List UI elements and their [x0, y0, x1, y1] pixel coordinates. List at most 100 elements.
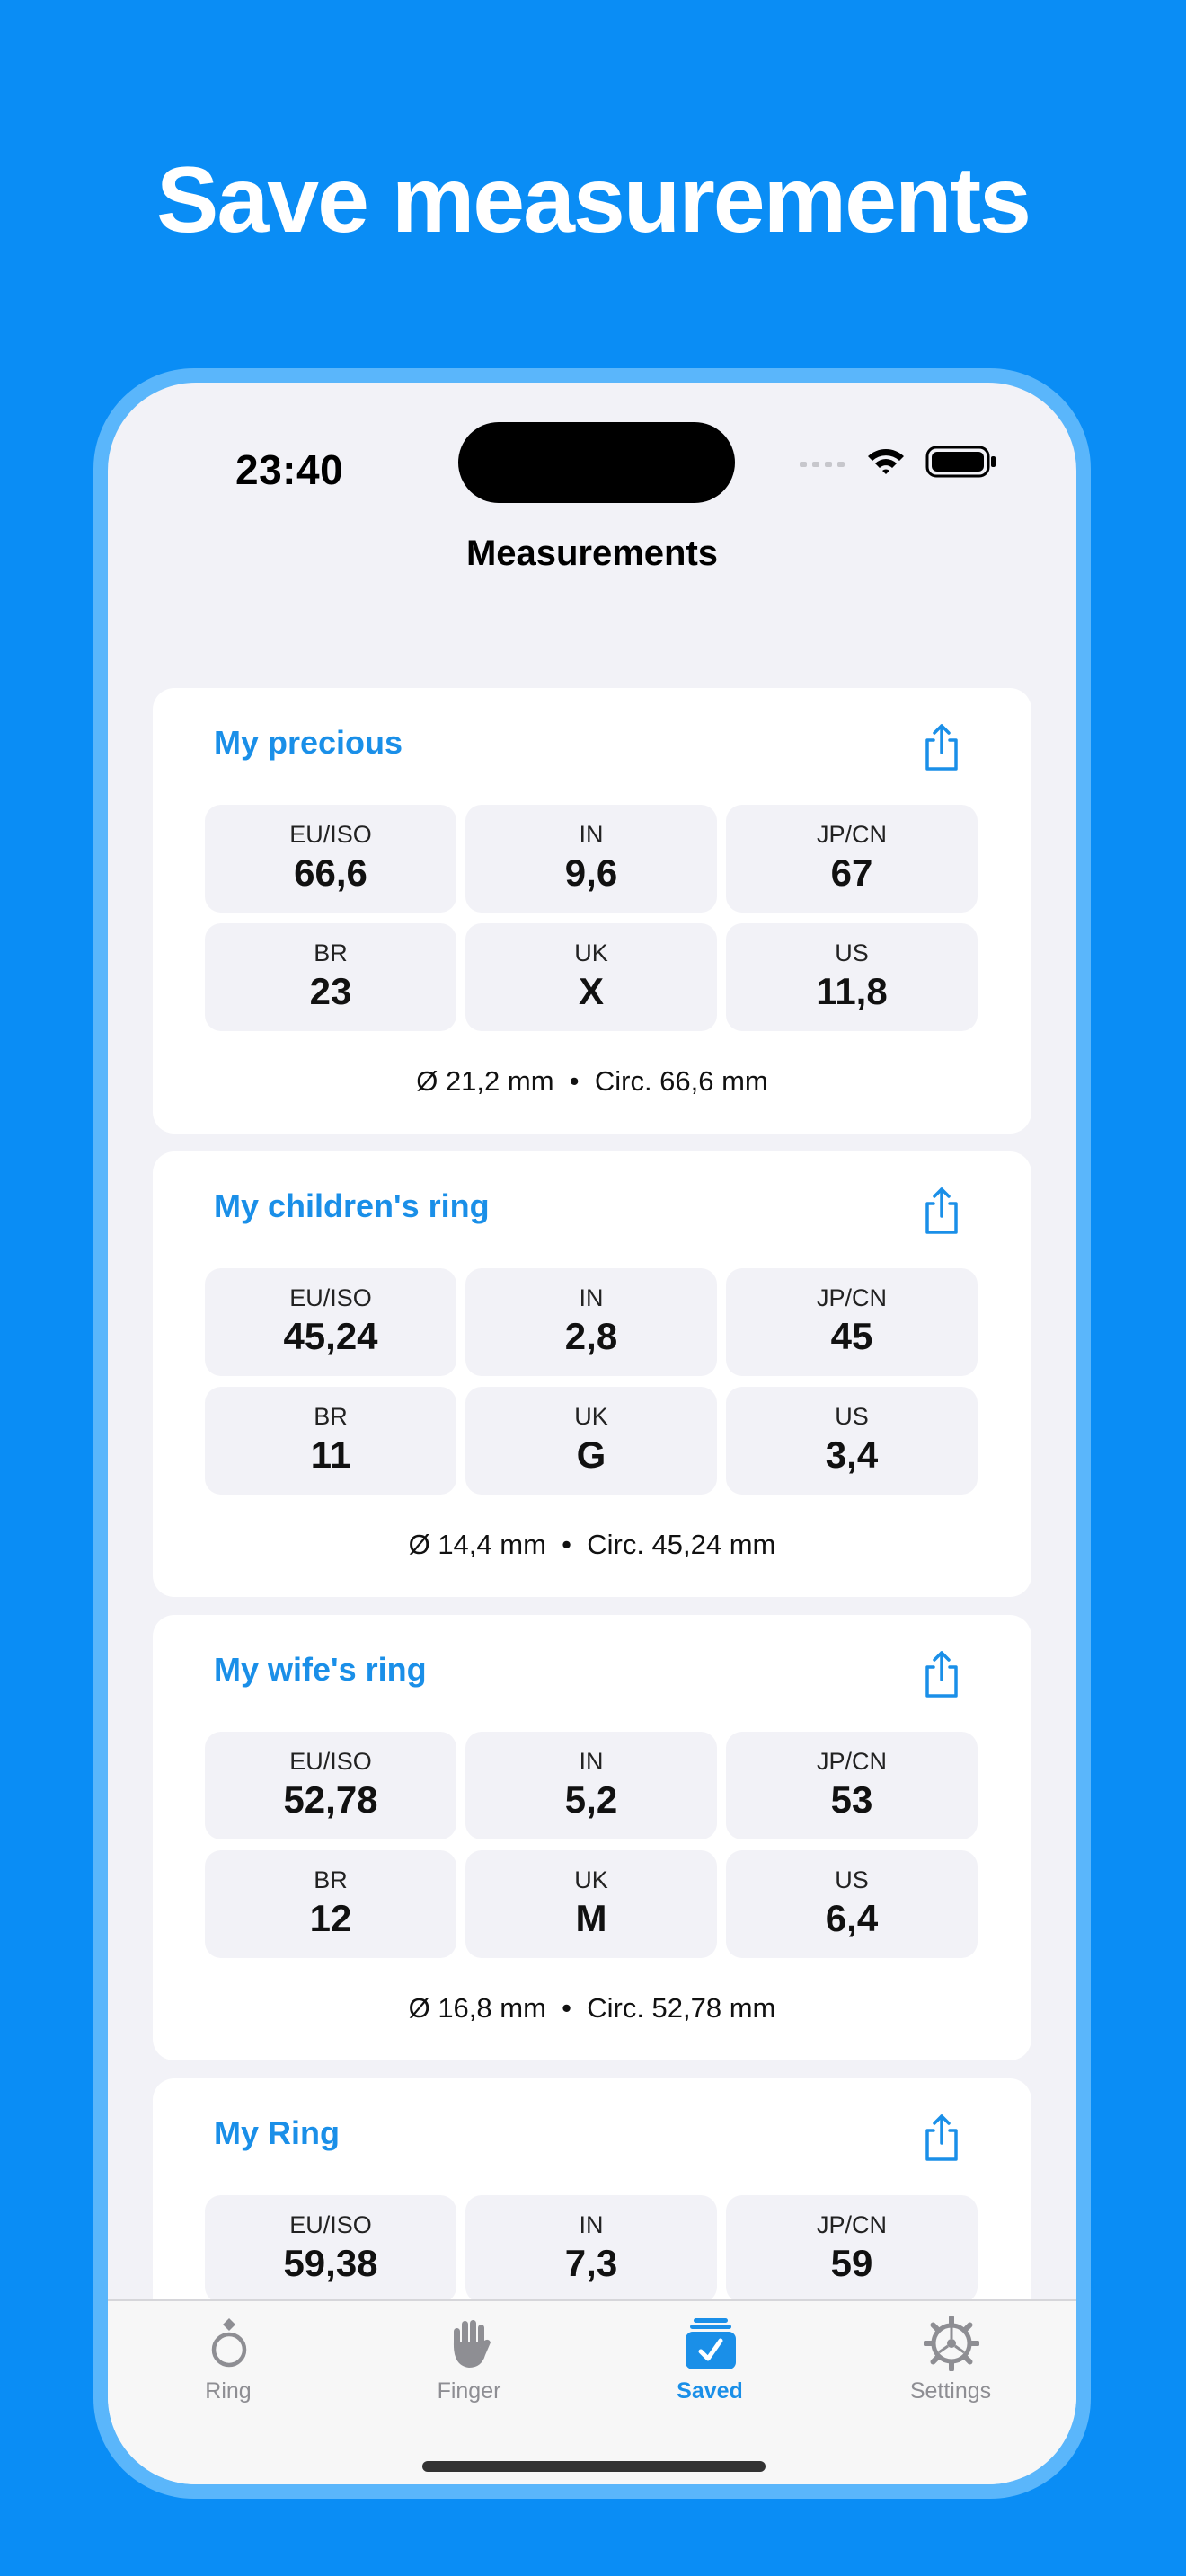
cell-label: EU/ISO: [289, 1284, 372, 1311]
size-cell: IN 9,6: [465, 805, 717, 913]
cell-value: 7,3: [564, 2242, 618, 2284]
cell-value: 9,6: [564, 851, 618, 894]
size-cell: IN 7,3: [465, 2195, 717, 2299]
share-button[interactable]: [916, 720, 967, 774]
card-title: My precious: [214, 724, 403, 761]
card-footer: Ø 14,4 mm • Circ. 45,24 mm: [408, 1529, 776, 1560]
tab-settings[interactable]: Settings: [830, 2301, 1071, 2418]
size-cell: BR 12: [205, 1850, 456, 1958]
cell-label: US: [835, 940, 869, 966]
cell-value: 59: [830, 2242, 873, 2284]
phone-screen: Measurements My precious EU/ISO 66,6 IN 9,…: [108, 383, 1076, 2484]
wifi-icon: [868, 449, 904, 474]
gear-icon: [924, 2316, 979, 2371]
size-cell: BR 23: [205, 923, 456, 1031]
cell-value: M: [575, 1897, 607, 1939]
card-footer: Ø 21,2 mm • Circ. 66,6 mm: [416, 1065, 768, 1097]
cell-value: 59,38: [283, 2242, 378, 2284]
size-cell: JP/CN 67: [726, 805, 978, 913]
nav-title: Measurements: [465, 534, 719, 573]
cell-label: EU/ISO: [289, 1748, 372, 1775]
cell-value: 45: [830, 1315, 873, 1357]
cell-label: UK: [574, 1866, 608, 1893]
tab-label: Finger: [437, 2378, 501, 2404]
cell-value: 53: [830, 1778, 873, 1821]
size-cell: IN 5,2: [465, 1732, 717, 1839]
cell-value: 6,4: [825, 1897, 879, 1939]
cell-label: US: [835, 1866, 869, 1893]
tab-ring[interactable]: Ring: [108, 2301, 349, 2418]
cell-label: IN: [579, 2211, 604, 2238]
cell-value: 11,8: [816, 970, 888, 1012]
size-cell: UK X: [465, 923, 717, 1031]
home-indicator: [422, 2461, 766, 2472]
ring-icon: [211, 2318, 247, 2368]
size-cell: UK G: [465, 1387, 717, 1495]
measurement-card: My Ring EU/ISO 59,38 IN 7,3 JP/CN 59: [153, 2078, 1031, 2299]
size-cell: EU/ISO 59,38: [205, 2195, 456, 2299]
saved-checklist-icon: [686, 2318, 736, 2369]
size-cell: IN 2,8: [465, 1268, 717, 1376]
cell-label: BR: [314, 1403, 348, 1430]
cell-label: IN: [579, 1284, 604, 1311]
size-cell: US 11,8: [726, 923, 978, 1031]
cell-value: 5,2: [564, 1778, 618, 1821]
headline: Save measurements: [156, 148, 1031, 252]
cell-value: 2,8: [564, 1315, 618, 1357]
share-icon: [925, 2114, 958, 2161]
tab-bar: Ring Finger Saved Settings: [108, 2299, 1076, 2484]
cell-value: 3,4: [825, 1434, 879, 1476]
dynamic-island: [458, 422, 735, 503]
card-title: My Ring: [214, 2114, 340, 2151]
share-button[interactable]: [916, 1184, 967, 1238]
size-cell: US 3,4: [726, 1387, 978, 1495]
cell-label: JP/CN: [816, 2211, 887, 2238]
size-cell: EU/ISO 66,6: [205, 805, 456, 913]
cell-value: 52,78: [283, 1778, 378, 1821]
cell-value: G: [576, 1434, 606, 1476]
measurement-card: My wife's ring EU/ISO 52,78 IN 5,2 JP/CN 53…: [153, 1615, 1031, 2060]
size-cell: EU/ISO 45,24: [205, 1268, 456, 1376]
cell-label: BR: [314, 940, 348, 966]
tab-label: Settings: [909, 2378, 992, 2404]
size-cell: JP/CN 45: [726, 1268, 978, 1376]
cell-label: UK: [574, 940, 608, 966]
card-footer: Ø 16,8 mm • Circ. 52,78 mm: [408, 1992, 776, 2024]
size-cell: UK M: [465, 1850, 717, 1958]
measurement-card: My precious EU/ISO 66,6 IN 9,6 JP/CN 67 BR 2…: [153, 688, 1031, 1134]
cell-label: JP/CN: [816, 821, 887, 848]
cell-label: JP/CN: [816, 1284, 887, 1311]
share-icon: [925, 724, 958, 771]
size-cell: BR 11: [205, 1387, 456, 1495]
measurements-list[interactable]: Measurements My precious EU/ISO 66,6 IN 9,…: [108, 383, 1076, 2299]
status-icons: [798, 437, 1013, 490]
cell-label: JP/CN: [816, 1748, 887, 1775]
cell-value: 45,24: [283, 1315, 378, 1357]
share-icon: [925, 1651, 958, 1698]
phone-frame: Measurements My precious EU/ISO 66,6 IN 9,…: [93, 368, 1091, 2499]
card-title: My children's ring: [214, 1187, 490, 1224]
size-cell: EU/ISO 52,78: [205, 1732, 456, 1839]
battery-icon: [925, 446, 996, 478]
share-button[interactable]: [916, 2111, 967, 2165]
tab-label: Ring: [205, 2378, 252, 2404]
cell-label: IN: [579, 1748, 604, 1775]
cell-value: 11: [310, 1434, 351, 1476]
cell-value: 67: [830, 851, 873, 894]
cell-value: X: [578, 970, 604, 1012]
cell-label: EU/ISO: [289, 821, 372, 848]
cell-value: 12: [309, 1897, 352, 1939]
tab-saved[interactable]: Saved: [589, 2301, 830, 2418]
cell-value: 66,6: [294, 851, 367, 894]
cell-label: EU/ISO: [289, 2211, 372, 2238]
share-button[interactable]: [916, 1647, 967, 1701]
card-title: My wife's ring: [214, 1651, 427, 1688]
tab-label: Saved: [677, 2378, 743, 2404]
size-cell: JP/CN 53: [726, 1732, 978, 1839]
hand-icon: [453, 2320, 491, 2368]
measurement-card: My children's ring EU/ISO 45,24 IN 2,8 JP/…: [153, 1151, 1031, 1597]
status-time: 23:40: [235, 446, 344, 493]
cell-value: 23: [309, 970, 352, 1012]
share-icon: [925, 1187, 958, 1234]
tab-finger[interactable]: Finger: [349, 2301, 589, 2418]
